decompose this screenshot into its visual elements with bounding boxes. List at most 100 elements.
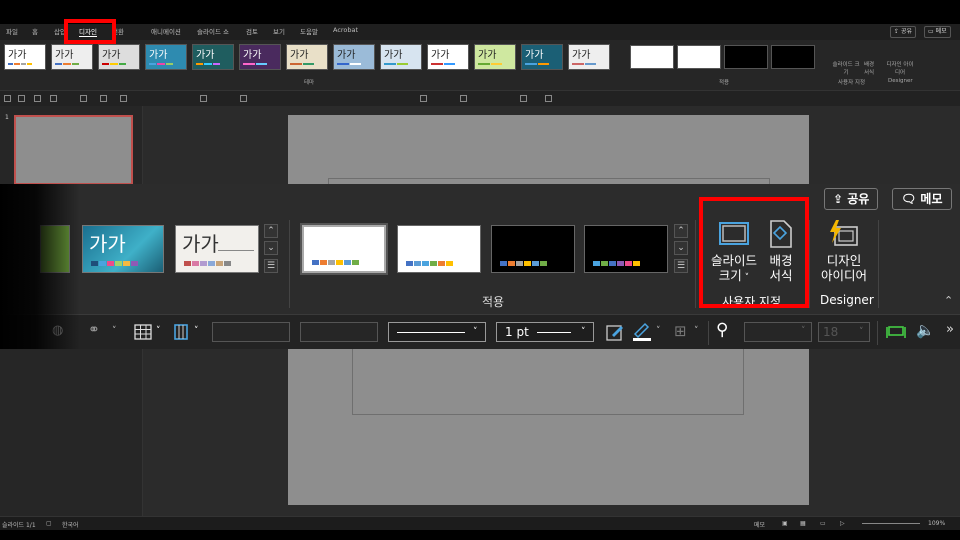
- chevron-down-icon[interactable]: ˅: [112, 326, 117, 336]
- toolbar-icon[interactable]: [420, 95, 427, 102]
- variant-thumb[interactable]: [771, 45, 815, 69]
- theme-thumb[interactable]: 가가: [192, 44, 234, 70]
- chevron-down-icon[interactable]: ˅: [156, 326, 161, 336]
- notes-button[interactable]: 메모: [754, 520, 765, 529]
- theme-scroll-up[interactable]: ⌃: [264, 224, 278, 238]
- font-size-field[interactable]: 18 ˅: [818, 322, 870, 342]
- variant-thumb-black[interactable]: [584, 225, 668, 273]
- reading-view-icon[interactable]: ▭: [820, 520, 826, 527]
- memo-label: 메모: [920, 192, 943, 206]
- theme-thumb[interactable]: 가가: [380, 44, 422, 70]
- slideshow-view-icon[interactable]: ▷: [840, 520, 845, 527]
- toolbar-icon[interactable]: [120, 95, 127, 102]
- toolbar-icon[interactable]: [240, 95, 247, 102]
- theme-thumb[interactable]: 가가: [427, 44, 469, 70]
- design-ideas-button[interactable]: 디자인 아이디어: [816, 216, 872, 288]
- toolbar-icon[interactable]: [545, 95, 552, 102]
- menu-help[interactable]: 도움말: [300, 26, 318, 36]
- chevron-down-icon[interactable]: ˅: [194, 326, 199, 336]
- variant-scroll-down[interactable]: ⌄: [674, 241, 688, 255]
- menu-slideshow[interactable]: 슬라이드 쇼: [197, 26, 229, 36]
- theme-glyph: 가가: [89, 232, 126, 256]
- theme-thumb[interactable]: 가가: [145, 44, 187, 70]
- menu-review[interactable]: 검토: [246, 26, 258, 36]
- toolbar-icon[interactable]: [80, 95, 87, 102]
- variant-thumb-white-selected[interactable]: [300, 223, 388, 275]
- variant-more[interactable]: ☰: [674, 259, 688, 273]
- variant-thumb[interactable]: [724, 45, 768, 69]
- font-family-field[interactable]: ˅: [744, 322, 812, 342]
- border-icon[interactable]: ⊞: [674, 322, 687, 340]
- menu-acrobat[interactable]: Acrobat: [333, 26, 358, 34]
- themes-group-label: 테마: [304, 80, 315, 86]
- theme-thumb[interactable]: 가가: [98, 44, 140, 70]
- table-icon[interactable]: [134, 324, 152, 340]
- chevron-down-icon[interactable]: ˅: [694, 326, 699, 336]
- overflow-chevron-icon[interactable]: »: [946, 322, 954, 337]
- menu-animations[interactable]: 애니메이션: [151, 26, 181, 36]
- toolbar-icon[interactable]: [34, 95, 41, 102]
- toolbar-icon[interactable]: [50, 95, 57, 102]
- language[interactable]: 한국어: [62, 520, 79, 529]
- width-field[interactable]: [212, 322, 290, 342]
- variant-thumb[interactable]: [630, 45, 674, 69]
- height-field[interactable]: [300, 322, 378, 342]
- menu-home[interactable]: 홈: [32, 26, 38, 36]
- theme-thumb[interactable]: 가가: [521, 44, 563, 70]
- memo-button-small[interactable]: ▭ 메모: [924, 26, 951, 38]
- theme-thumb[interactable]: 가가: [51, 44, 93, 70]
- zoom-slider[interactable]: [862, 523, 920, 524]
- toolbar-icon[interactable]: [460, 95, 467, 102]
- toolbar-icon[interactable]: [100, 95, 107, 102]
- toolbar-icon[interactable]: [4, 95, 11, 102]
- bg-format-label-small[interactable]: 배경 서식: [862, 60, 876, 76]
- theme-more[interactable]: ☰: [264, 259, 278, 273]
- variant-scroll-up[interactable]: ⌃: [674, 224, 688, 238]
- subtitle-placeholder[interactable]: [352, 345, 744, 415]
- speaker-icon[interactable]: 🔈: [916, 321, 935, 339]
- share-button[interactable]: ⇪ 공유: [824, 188, 879, 210]
- variant-thumb-white[interactable]: [397, 225, 481, 273]
- share-button-small[interactable]: ⇪ 공유: [890, 26, 916, 38]
- chevron-down-icon[interactable]: ˅: [656, 326, 661, 336]
- presenter-icon[interactable]: [886, 324, 906, 340]
- slide-size-label-small[interactable]: 슬라이드 크기: [832, 60, 860, 76]
- zoom-level[interactable]: 109%: [928, 520, 945, 527]
- slide-thumbnail[interactable]: [14, 115, 133, 185]
- line-weight-value: 1 pt: [505, 325, 529, 339]
- shape-fill-icon[interactable]: [606, 323, 624, 341]
- variant-thumb[interactable]: [677, 45, 721, 69]
- line-weight-dropdown[interactable]: 1 pt ˅: [496, 322, 594, 342]
- menu-file[interactable]: 파일: [6, 26, 18, 36]
- merge-shapes-icon[interactable]: ⚭: [88, 322, 100, 338]
- menu-bar: 파일 홈 삽입 디자인 전환 애니메이션 슬라이드 쇼 검토 보기 도움말 Ac…: [0, 24, 960, 40]
- search-icon[interactable]: ⚲: [716, 320, 728, 340]
- theme-thumb[interactable]: 가가: [333, 44, 375, 70]
- designer-label-small[interactable]: 디자인 아이디어: [886, 60, 914, 76]
- theme-thumb[interactable]: 가가: [239, 44, 281, 70]
- line-style-dropdown[interactable]: ˅: [388, 322, 486, 342]
- theme-thumb[interactable]: 가가: [568, 44, 610, 70]
- normal-view-icon[interactable]: ▣: [782, 520, 788, 527]
- collapse-ribbon-icon[interactable]: ⌃: [944, 294, 953, 307]
- theme-thumb[interactable]: 가가: [474, 44, 516, 70]
- chevron-down-icon: ˅: [473, 327, 478, 337]
- toolbar-icon[interactable]: [18, 95, 25, 102]
- align-icon[interactable]: [174, 324, 188, 340]
- theme-scroll-down[interactable]: ⌄: [264, 241, 278, 255]
- theme-thumb[interactable]: 가가: [82, 225, 164, 273]
- sorter-view-icon[interactable]: ▦: [800, 520, 806, 527]
- variant-thumb-black[interactable]: [491, 225, 575, 273]
- memo-button[interactable]: 🗨 메모: [892, 188, 952, 210]
- toolbar-icon[interactable]: [200, 95, 207, 102]
- menu-view[interactable]: 보기: [273, 26, 285, 36]
- accessibility-icon[interactable]: ▢: [46, 520, 52, 527]
- pen-color-icon[interactable]: [632, 321, 652, 341]
- theme-thumb[interactable]: 가가: [175, 225, 259, 273]
- toolbar-icon[interactable]: [520, 95, 527, 102]
- theme-glyph: 가가: [572, 50, 591, 61]
- design-tab-highlight: [64, 19, 116, 44]
- theme-glyph: 가가: [243, 50, 262, 61]
- theme-thumb[interactable]: 가가: [4, 44, 46, 70]
- theme-thumb[interactable]: 가가: [286, 44, 328, 70]
